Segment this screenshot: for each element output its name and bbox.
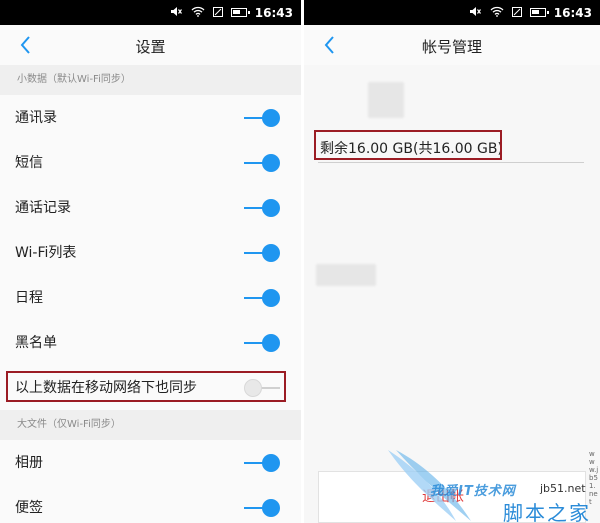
mute-icon [170, 6, 183, 19]
watermark-vertical-url: www.jb51.net [589, 450, 599, 506]
status-time: 16:43 [254, 5, 293, 20]
row-label: 便签 [15, 500, 43, 516]
toggle-switch[interactable] [244, 244, 280, 262]
highlight-box [6, 371, 286, 402]
page-title: 帐号管理 [421, 38, 482, 56]
status-bar: 16:43 [304, 0, 600, 25]
section-header-small-data: 小数据（默认Wi-Fi同步） [0, 65, 301, 95]
section-header-large-files: 大文件（仅Wi-Fi同步） [0, 410, 301, 440]
battery-icon [529, 8, 549, 17]
row-label: 日程 [15, 290, 43, 306]
toggle-switch[interactable] [244, 289, 280, 307]
sync-row-wifi-list[interactable]: Wi-Fi列表 [0, 230, 301, 275]
watermark-brand: 脚本之家 [503, 501, 591, 523]
blurred-account-name [316, 264, 376, 286]
status-bar: 16:43 [0, 0, 301, 25]
row-label: 短信 [15, 155, 43, 171]
account-screen: 16:43 帐号管理 剩余16.00 GB(共16.00 GB) 退出帐 [304, 0, 600, 523]
toggle-switch[interactable] [244, 154, 280, 172]
sync-row-call-log[interactable]: 通话记录 [0, 185, 301, 230]
divider [318, 162, 584, 163]
row-label: 通话记录 [15, 200, 71, 216]
toggle-switch[interactable] [244, 334, 280, 352]
mute-icon [469, 6, 482, 19]
wifi-icon [191, 6, 205, 19]
settings-screen: 16:43 设置 小数据（默认Wi-Fi同步） 通讯录 短信 通话记录 Wi-F… [0, 0, 301, 523]
wifi-icon [490, 6, 504, 19]
signal-icon [511, 6, 522, 19]
toggle-switch[interactable] [244, 454, 280, 472]
sync-row-album[interactable]: 相册 [0, 440, 301, 485]
watermark-url: jb51.net [540, 482, 586, 495]
blurred-avatar [368, 82, 404, 118]
title-bar: 帐号管理 [304, 25, 600, 65]
signal-icon [212, 6, 223, 19]
sync-row-notes[interactable]: 便签 [0, 485, 301, 523]
toggle-switch[interactable] [244, 199, 280, 217]
sync-row-contacts[interactable]: 通讯录 [0, 95, 301, 140]
highlight-box [314, 130, 502, 160]
status-time: 16:43 [553, 5, 592, 20]
toggle-switch[interactable] [244, 109, 280, 127]
row-label: 黑名单 [15, 335, 57, 351]
row-label: 通讯录 [15, 110, 57, 126]
battery-icon [230, 8, 250, 17]
row-label: 相册 [15, 455, 43, 471]
sync-row-sms[interactable]: 短信 [0, 140, 301, 185]
page-title: 设置 [135, 38, 166, 56]
title-bar: 设置 [0, 25, 301, 65]
sync-row-blacklist[interactable]: 黑名单 [0, 320, 301, 365]
sync-row-calendar[interactable]: 日程 [0, 275, 301, 320]
toggle-switch[interactable] [244, 499, 280, 517]
row-label: Wi-Fi列表 [15, 245, 77, 261]
